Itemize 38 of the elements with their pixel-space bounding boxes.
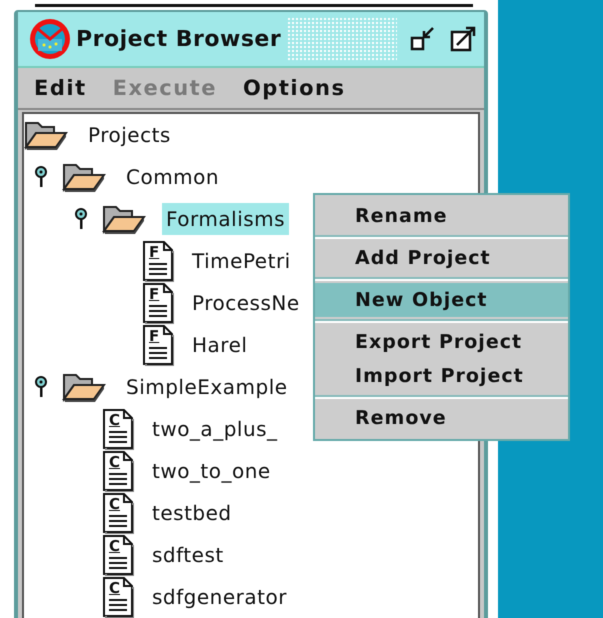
folder-icon — [24, 119, 68, 151]
document-icon: C — [102, 492, 134, 534]
expanded-handle-icon[interactable] — [34, 166, 48, 188]
tree-item[interactable]: two_to_one — [148, 455, 275, 487]
folder-icon — [62, 161, 106, 193]
tree-item[interactable]: ProcessNe — [188, 287, 304, 319]
folder-icon — [62, 371, 106, 403]
tree-item[interactable]: sdfgenerator — [148, 581, 291, 613]
expanded-handle-icon[interactable] — [74, 208, 88, 230]
context-menu-item[interactable]: Add Project — [315, 241, 568, 275]
tree-item[interactable]: testbed — [148, 497, 236, 529]
context-menu-item[interactable]: Rename — [315, 199, 568, 233]
expanded-handle-icon[interactable] — [34, 376, 48, 398]
tree-item[interactable]: Common — [122, 161, 224, 193]
document-icon: C — [102, 408, 134, 450]
menu-item[interactable]: Edit — [34, 76, 87, 100]
tree-item[interactable]: Formalisms — [162, 203, 290, 235]
maximize-icon[interactable] — [449, 25, 478, 53]
document-icon: C — [102, 534, 134, 576]
tree-item[interactable]: two_a_plus_ — [148, 413, 282, 445]
tree-item[interactable]: sdftest — [148, 539, 228, 571]
tree-item[interactable]: SimpleExample — [122, 371, 292, 403]
document-icon: F — [142, 282, 174, 324]
window-title: Project Browser — [76, 26, 282, 52]
context-menu-item[interactable]: Import Project — [315, 359, 568, 393]
tree-item[interactable]: Projects — [84, 119, 175, 151]
tree-item[interactable]: Harel — [188, 329, 252, 361]
document-icon: C — [102, 576, 134, 618]
document-icon: C — [102, 450, 134, 492]
tree-item[interactable]: TimePetri — [188, 245, 295, 277]
context-menu-item[interactable]: Export Project — [315, 325, 568, 359]
logo-icon — [28, 17, 72, 61]
document-icon: F — [142, 240, 174, 282]
folder-icon — [102, 203, 146, 235]
context-menu-item[interactable]: Remove — [315, 401, 568, 435]
menu-item[interactable]: Options — [242, 76, 346, 100]
document-icon: F — [142, 324, 174, 366]
context-menu-item[interactable]: New Object — [315, 283, 568, 317]
